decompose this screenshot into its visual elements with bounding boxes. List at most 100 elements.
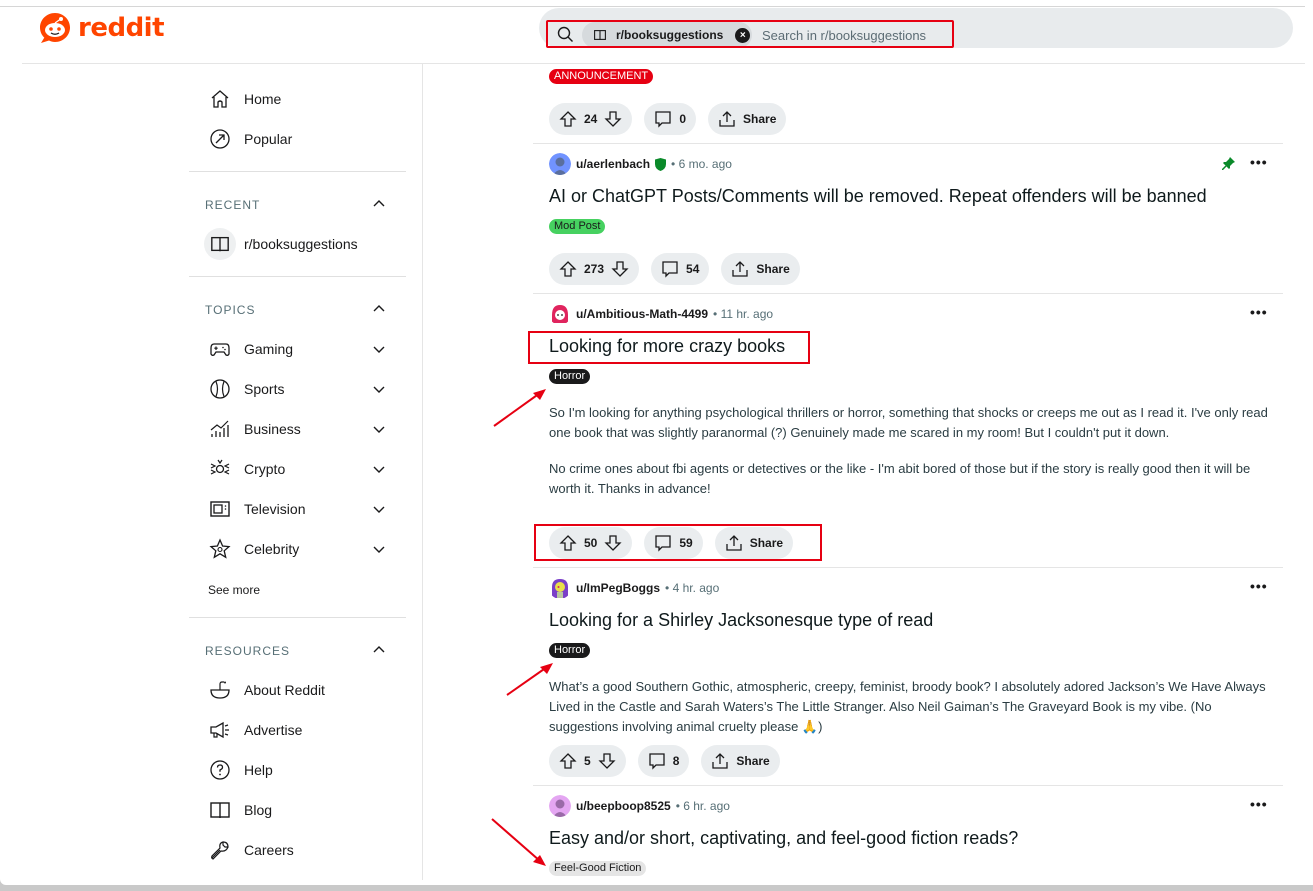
post-divider <box>533 785 1283 786</box>
post-flair[interactable]: Feel-Good Fiction <box>549 861 647 876</box>
moderator-shield-icon <box>655 157 667 171</box>
sidebar-item-about-reddit[interactable]: About Reddit <box>209 678 325 702</box>
sidebar-item-careers[interactable]: Careers <box>209 838 294 862</box>
comment-icon <box>649 753 665 770</box>
wrench-icon <box>211 841 229 860</box>
sidebar-item-label: Television <box>244 501 306 517</box>
user-avatar[interactable] <box>549 795 571 817</box>
sidebar-divider <box>422 64 423 880</box>
chevron-down-icon[interactable] <box>372 422 386 436</box>
post-overflow-menu-icon[interactable]: ••• <box>1250 578 1268 594</box>
downvote-icon[interactable] <box>611 260 629 278</box>
sidebar-item-crypto[interactable]: Crypto <box>209 457 285 481</box>
window-top-border <box>0 6 1305 7</box>
post-title[interactable]: Looking for a Shirley Jacksonesque type … <box>549 610 933 631</box>
share-icon <box>719 111 735 127</box>
chart-icon <box>210 420 229 437</box>
book-icon <box>211 236 229 252</box>
post-actions: 5 8 Share <box>549 745 780 777</box>
pin-icon <box>1222 157 1235 170</box>
book-icon <box>210 802 230 818</box>
post-overflow-menu-icon[interactable]: ••• <box>1250 304 1268 320</box>
user-avatar[interactable] <box>549 303 571 325</box>
sidebar-item-business[interactable]: Business <box>209 417 301 441</box>
post-flair[interactable]: Mod Post <box>549 219 606 234</box>
share-icon <box>732 261 749 277</box>
post-paragraph: So I'm looking for anything psychologica… <box>549 405 1268 440</box>
sidebar-item-recent-booksuggestions[interactable]: r/booksuggestions <box>204 228 358 260</box>
chevron-up-icon[interactable] <box>372 302 386 316</box>
upvote-icon[interactable] <box>559 752 577 770</box>
sidebar-item-sports[interactable]: Sports <box>209 377 284 401</box>
recent-section-title[interactable]: RECENT <box>205 198 260 212</box>
chevron-down-icon[interactable] <box>372 502 386 516</box>
sidebar-item-gaming[interactable]: Gaming <box>209 337 293 361</box>
topics-section-title[interactable]: TOPICS <box>205 303 255 317</box>
upvote-icon[interactable] <box>559 110 577 128</box>
post-author[interactable]: u/aerlenbach <box>576 157 650 171</box>
upvote-icon[interactable] <box>559 260 577 278</box>
downvote-icon[interactable] <box>604 110 622 128</box>
post-title[interactable]: AI or ChatGPT Posts/Comments will be rem… <box>549 186 1207 207</box>
comments-button[interactable]: 8 <box>637 745 690 777</box>
community-avatar <box>204 228 236 260</box>
post-divider <box>533 143 1283 144</box>
chevron-up-icon[interactable] <box>372 197 386 211</box>
resources-section-title[interactable]: RESOURCES <box>205 644 290 658</box>
sidebar-item-label: Help <box>244 762 273 778</box>
post-title[interactable]: Easy and/or short, captivating, and feel… <box>549 828 1018 849</box>
vote-count: 273 <box>584 262 605 276</box>
chevron-up-icon[interactable] <box>372 643 386 657</box>
post-actions: 273 54 Share <box>549 253 800 285</box>
sidebar-item-home[interactable]: Home <box>209 87 281 111</box>
post-paragraph: No crime ones about fbi agents or detect… <box>549 461 1251 496</box>
sidebar-item-television[interactable]: Television <box>209 497 305 521</box>
share-button[interactable]: Share <box>721 253 800 285</box>
post-author[interactable]: u/beepboop8525 <box>576 799 671 813</box>
downvote-icon[interactable] <box>598 752 616 770</box>
post-flair[interactable]: Horror <box>549 643 591 658</box>
sidebar-item-popular[interactable]: Popular <box>209 127 292 151</box>
home-icon <box>211 90 229 108</box>
comments-button[interactable]: 54 <box>651 253 710 285</box>
share-button[interactable]: Share <box>701 745 780 777</box>
sidebar-item-advertise[interactable]: Advertise <box>209 718 302 742</box>
user-avatar[interactable] <box>549 577 571 599</box>
post-body: So I'm looking for anything psychologica… <box>549 403 1269 499</box>
ball-icon <box>210 379 230 399</box>
sidebar-item-label: Gaming <box>244 341 294 357</box>
comment-count: 0 <box>679 112 687 126</box>
sidebar-item-label: About Reddit <box>244 682 325 698</box>
post-author[interactable]: u/ImPegBoggs <box>576 581 660 595</box>
vote-control: 5 <box>549 745 626 777</box>
reddit-logo[interactable]: reddit <box>38 11 165 45</box>
section-divider <box>189 276 406 277</box>
comments-button[interactable]: 0 <box>644 103 697 135</box>
share-button[interactable]: Share <box>708 103 787 135</box>
post-actions: 24 0 Share <box>549 103 787 135</box>
sidebar-item-help[interactable]: Help <box>209 758 273 782</box>
sidebar-item-blog[interactable]: Blog <box>209 798 272 822</box>
chevron-down-icon[interactable] <box>372 462 386 476</box>
sidebar-item-label: Business <box>244 421 301 437</box>
megaphone-icon <box>210 721 229 739</box>
share-label: Share <box>756 262 790 276</box>
post-paragraph: What’s a good Southern Gothic, atmospher… <box>549 679 1266 734</box>
sidebar-item-celebrity[interactable]: Celebrity <box>209 537 299 561</box>
post-author[interactable]: u/Ambitious-Math-4499 <box>576 307 708 321</box>
chevron-down-icon[interactable] <box>372 342 386 356</box>
post-overflow-menu-icon[interactable]: ••• <box>1250 154 1268 170</box>
chevron-down-icon[interactable] <box>372 382 386 396</box>
post-flair[interactable]: ANNOUNCEMENT <box>549 69 654 84</box>
crypto-icon <box>210 459 230 475</box>
annotation-arrow <box>491 818 546 866</box>
post-flair[interactable]: Horror <box>549 369 591 384</box>
see-more-topics-link[interactable]: See more <box>208 583 260 597</box>
user-avatar[interactable] <box>549 153 571 175</box>
post-overflow-menu-icon[interactable]: ••• <box>1250 796 1268 812</box>
gamepad-icon <box>210 343 230 356</box>
reddit-snoo-icon <box>40 13 70 43</box>
sidebar-item-label: Home <box>244 91 282 107</box>
chevron-down-icon[interactable] <box>372 542 386 556</box>
sidebar-item-label: Sports <box>244 381 285 397</box>
